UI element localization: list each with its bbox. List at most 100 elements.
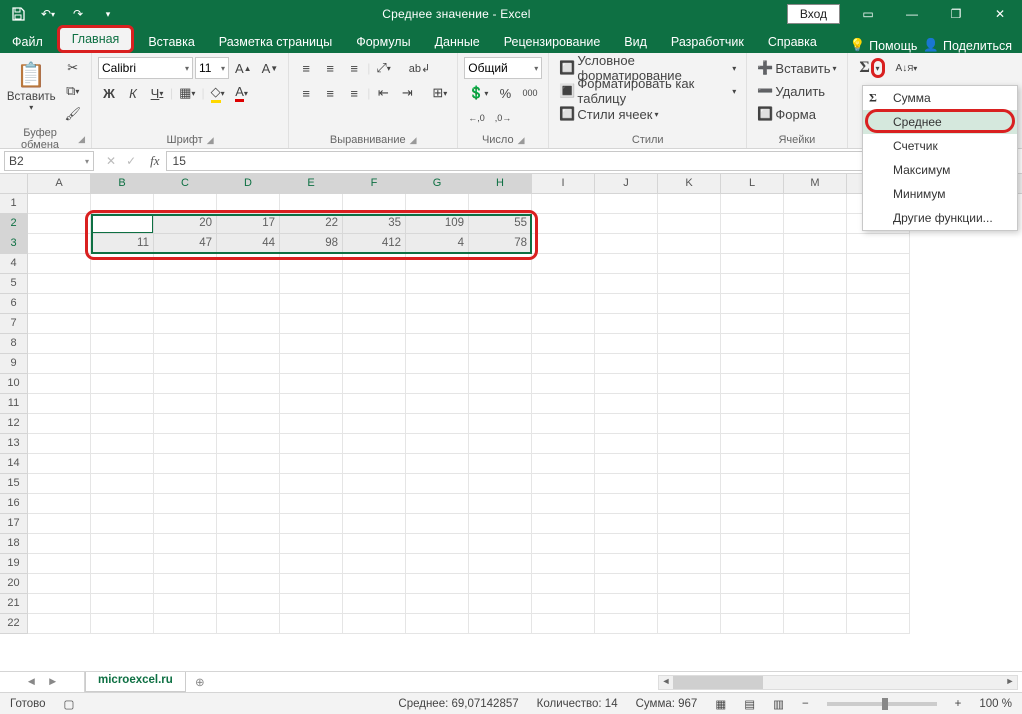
font-dialog-icon[interactable]: ◢ <box>207 135 214 146</box>
cell[interactable] <box>847 414 910 434</box>
cell[interactable] <box>721 494 784 514</box>
decrease-indent-icon[interactable]: ⇤ <box>372 82 394 104</box>
cell[interactable] <box>406 594 469 614</box>
share-button[interactable]: 👤 Поделиться <box>923 38 1012 53</box>
cell[interactable] <box>784 374 847 394</box>
cell[interactable] <box>280 514 343 534</box>
cell[interactable] <box>847 334 910 354</box>
cell[interactable] <box>658 494 721 514</box>
cell[interactable] <box>217 354 280 374</box>
cell[interactable] <box>784 354 847 374</box>
column-header[interactable]: L <box>721 174 784 193</box>
cell[interactable] <box>721 294 784 314</box>
cell[interactable] <box>721 354 784 374</box>
cell[interactable] <box>280 534 343 554</box>
cell[interactable] <box>595 534 658 554</box>
cell[interactable] <box>721 514 784 534</box>
cell[interactable] <box>280 454 343 474</box>
wrap-text-icon[interactable]: ab↲ <box>405 57 434 79</box>
cell[interactable] <box>721 314 784 334</box>
cell[interactable] <box>217 454 280 474</box>
cell[interactable] <box>469 354 532 374</box>
cell[interactable] <box>91 194 154 214</box>
row-header[interactable]: 14 <box>0 454 28 474</box>
cell[interactable] <box>784 594 847 614</box>
cell[interactable] <box>658 434 721 454</box>
cell[interactable] <box>595 294 658 314</box>
number-dialog-icon[interactable]: ◢ <box>518 135 525 146</box>
cell[interactable] <box>406 394 469 414</box>
cell[interactable] <box>406 274 469 294</box>
cell[interactable] <box>595 494 658 514</box>
cell[interactable] <box>595 474 658 494</box>
scroll-left-icon[interactable]: ◄ <box>659 676 673 689</box>
align-center-icon[interactable]: ≡ <box>319 82 341 104</box>
tab-formulas[interactable]: Формулы <box>344 31 422 53</box>
tab-help[interactable]: Справка <box>756 31 829 53</box>
cell[interactable] <box>406 494 469 514</box>
column-header[interactable]: D <box>217 174 280 193</box>
tab-insert[interactable]: Вставка <box>136 31 206 53</box>
cell[interactable] <box>280 194 343 214</box>
tab-data[interactable]: Данные <box>423 31 492 53</box>
cell[interactable] <box>154 594 217 614</box>
tab-home[interactable]: Главная <box>57 25 135 53</box>
cell[interactable] <box>595 454 658 474</box>
cell[interactable] <box>532 234 595 254</box>
bold-button[interactable]: Ж <box>98 82 120 104</box>
cell[interactable] <box>595 414 658 434</box>
confirm-formula-icon[interactable]: ✓ <box>126 154 136 168</box>
cell[interactable] <box>469 574 532 594</box>
cell[interactable] <box>721 394 784 414</box>
row-header[interactable]: 20 <box>0 574 28 594</box>
cell[interactable] <box>28 394 91 414</box>
cell[interactable] <box>595 574 658 594</box>
macro-record-icon[interactable]: ▢ <box>64 697 75 711</box>
cell[interactable] <box>532 374 595 394</box>
cell[interactable] <box>343 394 406 414</box>
horizontal-scrollbar[interactable]: ◄ ► <box>658 675 1018 690</box>
clipboard-dialog-icon[interactable]: ◢ <box>78 134 85 145</box>
cell[interactable] <box>343 274 406 294</box>
cell[interactable] <box>658 574 721 594</box>
cell[interactable] <box>658 294 721 314</box>
cell[interactable] <box>406 414 469 434</box>
cell[interactable] <box>280 254 343 274</box>
maximize-icon[interactable]: ❐ <box>934 0 978 28</box>
cell[interactable] <box>658 354 721 374</box>
cell[interactable] <box>595 394 658 414</box>
cell[interactable] <box>28 354 91 374</box>
cell[interactable] <box>532 334 595 354</box>
cell[interactable] <box>721 194 784 214</box>
column-header[interactable]: K <box>658 174 721 193</box>
cell[interactable] <box>91 554 154 574</box>
cell[interactable] <box>532 294 595 314</box>
cell[interactable] <box>784 494 847 514</box>
cell[interactable] <box>280 474 343 494</box>
borders-icon[interactable]: ▦▾ <box>175 82 199 104</box>
cell[interactable] <box>28 434 91 454</box>
cell[interactable] <box>154 474 217 494</box>
sheet-tab-active[interactable]: microexcel.ru <box>85 672 186 692</box>
cell[interactable] <box>658 514 721 534</box>
cell[interactable] <box>595 594 658 614</box>
select-all-corner[interactable] <box>0 174 28 193</box>
align-top-icon[interactable]: ≡ <box>295 57 317 79</box>
cell[interactable] <box>469 414 532 434</box>
cell[interactable] <box>91 574 154 594</box>
row-header[interactable]: 22 <box>0 614 28 634</box>
tab-page-layout[interactable]: Разметка страницы <box>207 31 344 53</box>
cell[interactable] <box>532 574 595 594</box>
cell[interactable] <box>595 314 658 334</box>
cell[interactable] <box>784 474 847 494</box>
align-bottom-icon[interactable]: ≡ <box>343 57 365 79</box>
cell[interactable] <box>280 274 343 294</box>
save-icon[interactable] <box>4 1 32 27</box>
cell[interactable] <box>532 214 595 234</box>
cell[interactable] <box>721 454 784 474</box>
cut-icon[interactable]: ✂ <box>60 57 85 79</box>
cell[interactable]: 4 <box>406 234 469 254</box>
cell[interactable] <box>721 414 784 434</box>
cell[interactable] <box>406 554 469 574</box>
autosum-button[interactable]: Σ ▾ <box>854 57 876 79</box>
